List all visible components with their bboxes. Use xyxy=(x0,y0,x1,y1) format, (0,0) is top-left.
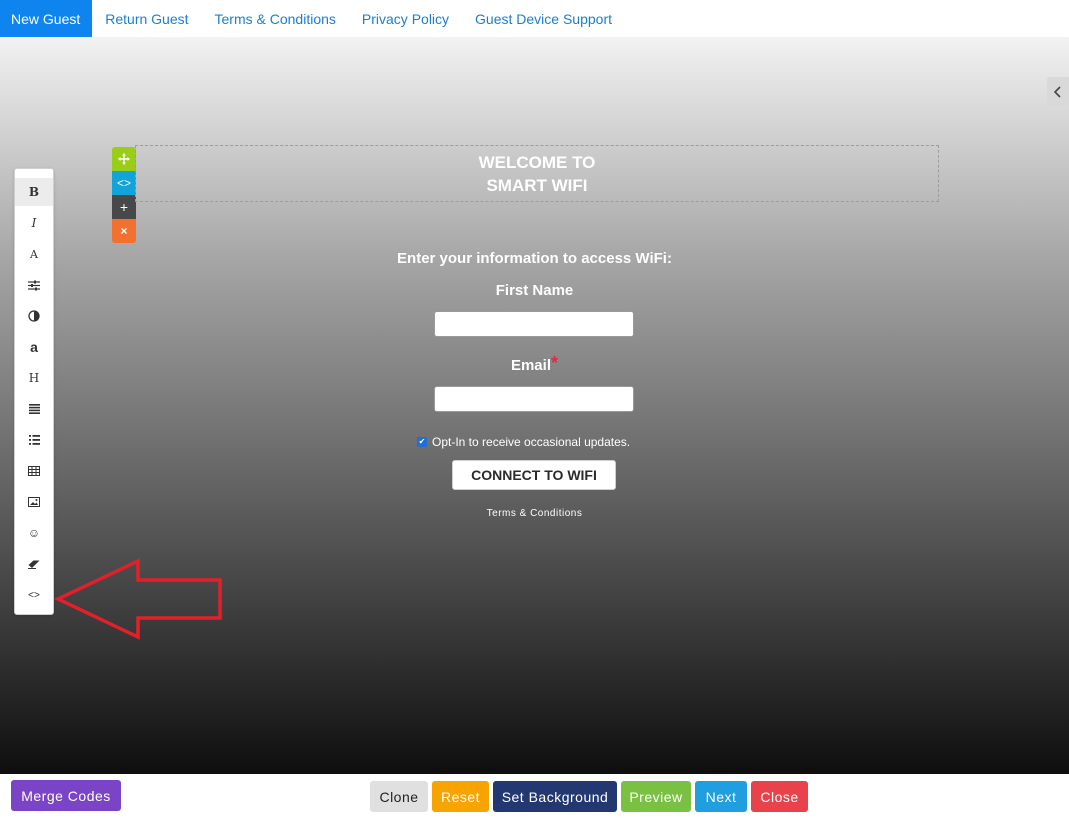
first-name-input[interactable] xyxy=(434,311,634,337)
list-button[interactable] xyxy=(15,426,53,454)
form-prompt: Enter your information to access WiFi: xyxy=(397,250,672,267)
adjust-button[interactable] xyxy=(15,271,53,299)
edit-code-block-button[interactable]: <> xyxy=(112,171,136,195)
contrast-icon xyxy=(28,310,40,322)
eraser-button[interactable] xyxy=(15,550,53,578)
delete-block-button[interactable]: × xyxy=(112,219,136,243)
tab-return-guest[interactable]: Return Guest xyxy=(92,0,201,37)
table-button[interactable] xyxy=(15,457,53,485)
title-line-2: SMART WIFI xyxy=(486,175,588,195)
red-arrow-annotation xyxy=(54,558,222,640)
plus-icon: + xyxy=(119,199,129,215)
code-icon: <> xyxy=(116,176,131,190)
font-icon: A xyxy=(30,247,38,261)
email-input[interactable] xyxy=(434,386,634,412)
add-block-button[interactable]: + xyxy=(112,195,136,219)
reset-button[interactable]: Reset xyxy=(432,781,489,812)
emoji-button[interactable]: ☺ xyxy=(15,519,53,547)
sliders-icon xyxy=(28,280,40,290)
bold-button[interactable]: B xyxy=(15,178,53,206)
close-button[interactable]: Close xyxy=(751,781,808,812)
optin-checkbox[interactable]: ✔ xyxy=(417,437,427,447)
format-toolbar: B I A a H ☺ <> xyxy=(14,168,54,615)
collapse-panel-handle[interactable] xyxy=(1047,77,1069,107)
move-block-button[interactable] xyxy=(112,147,136,171)
email-label: Email* xyxy=(510,353,559,374)
title-text-block[interactable]: WELCOME TO SMART WIFI xyxy=(135,145,939,202)
required-asterisk: * xyxy=(551,353,559,373)
font-size-button[interactable]: a xyxy=(15,333,53,361)
align-button[interactable] xyxy=(15,395,53,423)
top-tab-bar: New Guest Return Guest Terms & Condition… xyxy=(0,0,1069,37)
table-icon xyxy=(28,466,40,476)
set-background-button[interactable]: Set Background xyxy=(493,781,617,812)
tab-guest-device-support[interactable]: Guest Device Support xyxy=(462,0,625,37)
close-icon: × xyxy=(120,224,128,238)
image-icon xyxy=(28,497,40,507)
list-icon xyxy=(28,435,40,445)
connect-wifi-button[interactable]: CONNECT TO WIFI xyxy=(452,460,616,490)
heading-icon: H xyxy=(28,371,40,385)
eraser-icon xyxy=(28,560,40,569)
color-button[interactable] xyxy=(15,302,53,330)
tab-privacy-policy[interactable]: Privacy Policy xyxy=(349,0,462,37)
image-button[interactable] xyxy=(15,488,53,516)
block-controls: <> + × xyxy=(112,147,136,243)
title-line-1: WELCOME TO xyxy=(478,152,596,172)
align-justify-icon xyxy=(28,404,40,414)
move-icon xyxy=(118,153,130,165)
font-style-button[interactable]: A xyxy=(15,240,53,268)
clone-button[interactable]: Clone xyxy=(370,781,428,812)
optin-row: ✔ Opt-In to receive occasional updates. xyxy=(417,435,677,449)
next-button[interactable]: Next xyxy=(695,781,747,812)
code-view-button[interactable]: <> xyxy=(15,581,53,609)
first-name-label: First Name xyxy=(495,282,574,299)
chevron-left-icon xyxy=(1054,86,1061,98)
italic-icon: I xyxy=(31,216,37,230)
heading-button[interactable]: H xyxy=(15,364,53,392)
smiley-icon: ☺ xyxy=(27,526,41,540)
preview-button[interactable]: Preview xyxy=(621,781,691,812)
merge-codes-button[interactable]: Merge Codes xyxy=(11,780,121,811)
italic-button[interactable]: I xyxy=(15,209,53,237)
tab-terms-conditions[interactable]: Terms & Conditions xyxy=(202,0,349,37)
optin-label: Opt-In to receive occasional updates. xyxy=(432,435,631,449)
bottom-action-bar: Merge Codes Clone Reset Set Background P… xyxy=(0,774,1069,818)
code-icon: <> xyxy=(28,589,40,601)
editor-canvas[interactable]: <> + × WELCOME TO SMART WIFI Enter your … xyxy=(0,37,1069,774)
terms-conditions-link[interactable]: Terms & Conditions xyxy=(0,508,1069,519)
font-size-icon: a xyxy=(30,339,38,355)
bold-icon: B xyxy=(28,185,40,199)
tab-new-guest[interactable]: New Guest xyxy=(0,0,93,37)
